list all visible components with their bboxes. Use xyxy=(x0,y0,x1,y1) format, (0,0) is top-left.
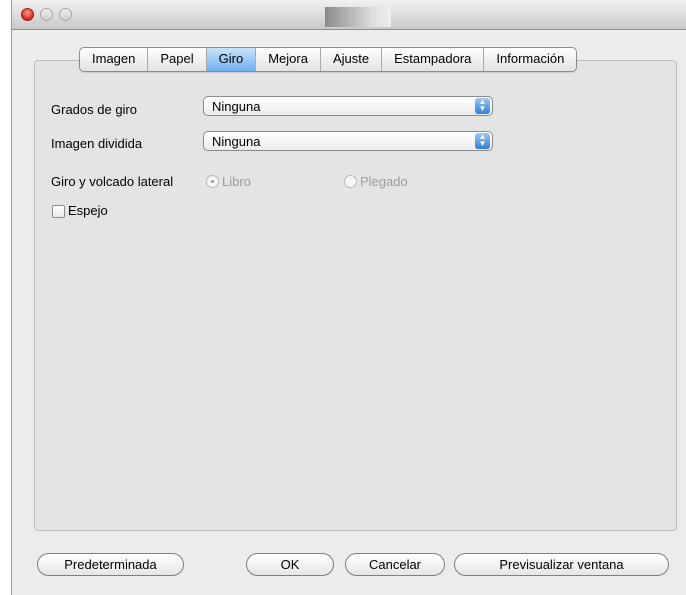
radio-book[interactable] xyxy=(206,175,219,188)
mirror-checkbox[interactable] xyxy=(52,205,65,218)
mirror-label: Espejo xyxy=(68,203,108,218)
tab-bar: Imagen Papel Giro Mejora Ajuste Estampad… xyxy=(79,47,578,72)
split-select[interactable]: Ninguna ▲ ▼ xyxy=(203,131,493,151)
rotation-label: Grados de giro xyxy=(51,102,137,117)
split-label: Imagen dividida xyxy=(51,136,143,151)
flip-label: Giro y volcado lateral xyxy=(51,174,174,189)
split-value: Ninguna xyxy=(212,134,261,149)
tab-informacion[interactable]: Información xyxy=(484,48,576,71)
up-down-arrows-icon: ▲ ▼ xyxy=(475,133,490,149)
radio-fold[interactable] xyxy=(344,175,357,188)
up-down-arrows-icon: ▲ ▼ xyxy=(475,98,490,114)
title-bar[interactable] xyxy=(12,0,686,30)
tab-estampadora[interactable]: Estampadora xyxy=(382,48,485,71)
rotation-value: Ninguna xyxy=(212,99,261,114)
tab-ajuste[interactable]: Ajuste xyxy=(321,48,383,71)
dialog-window: Imagen Papel Giro Mejora Ajuste Estampad… xyxy=(11,0,686,595)
tab-giro[interactable]: Giro xyxy=(206,48,257,71)
tab-imagen[interactable]: Imagen xyxy=(80,48,149,71)
radio-book-label: Libro xyxy=(222,174,251,189)
tab-papel[interactable]: Papel xyxy=(148,48,207,71)
radio-fold-label: Plegado xyxy=(360,174,408,189)
minimize-window-button[interactable] xyxy=(40,8,53,21)
rotation-select[interactable]: Ninguna ▲ ▼ xyxy=(203,96,493,116)
title-thumbnail xyxy=(325,7,391,27)
ok-button[interactable]: OK xyxy=(246,553,334,576)
tab-mejora[interactable]: Mejora xyxy=(256,48,321,71)
preview-window-button[interactable]: Previsualizar ventana xyxy=(454,553,669,576)
default-button[interactable]: Predeterminada xyxy=(37,553,184,576)
zoom-window-button[interactable] xyxy=(59,8,72,21)
cancel-button[interactable]: Cancelar xyxy=(345,553,445,576)
close-window-button[interactable] xyxy=(21,8,34,21)
